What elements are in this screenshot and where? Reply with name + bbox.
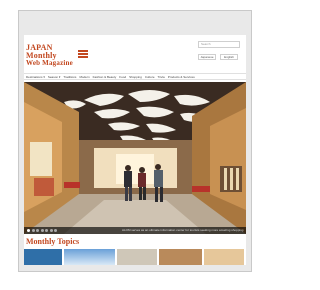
slider-dot-4[interactable] (40, 229, 44, 232)
search-input[interactable]: Search (198, 41, 240, 48)
topic-thumbnail-1[interactable] (24, 249, 62, 265)
nav-item-destinations[interactable]: Destinations ▾ (26, 75, 45, 79)
hero-slider[interactable]: ALOM serves as an ultimate information c… (24, 82, 246, 234)
header-tools: Search Japanese English (198, 41, 242, 65)
logo-line-3: Web Magazine (26, 59, 73, 67)
nav-item-traditions[interactable]: Traditions (63, 75, 76, 79)
topic-thumbnail-2[interactable] (63, 249, 116, 265)
nav-item-modern[interactable]: Modern (79, 75, 89, 79)
monthly-topics-thumbnails (24, 249, 246, 265)
topic-thumbnail-4[interactable] (158, 249, 203, 265)
main-navigation: Destinations ▾ Season ▾ Traditions Moder… (24, 73, 246, 80)
nav-item-culture[interactable]: Culture (145, 75, 155, 79)
slider-dot-2[interactable] (31, 229, 35, 232)
people-figures (124, 164, 163, 202)
slider-dot-1[interactable] (27, 229, 30, 232)
nav-item-food[interactable]: Food (119, 75, 126, 79)
nav-item-shopping[interactable]: Shopping (129, 75, 142, 79)
topic-thumbnail-3[interactable] (117, 249, 157, 265)
hero-image (24, 82, 246, 234)
nav-item-products-services[interactable]: Products & Services (168, 75, 195, 79)
slider-dot-7[interactable] (54, 229, 57, 232)
slider-dots (27, 229, 59, 232)
language-english-button[interactable]: English (220, 54, 238, 60)
slider-dot-6[interactable] (49, 229, 53, 232)
hero-caption-text: ALOM serves as an ultimate information c… (122, 228, 244, 232)
language-japanese-button[interactable]: Japanese (198, 54, 216, 60)
logo-mark-icon (78, 50, 88, 58)
nav-item-fashion-beauty[interactable]: Fashion & Beauty (93, 75, 117, 79)
monthly-topics-heading: Monthly Topics (26, 237, 80, 246)
nav-item-trivia[interactable]: Trivia (158, 75, 165, 79)
hero-caption-bar: ALOM serves as an ultimate information c… (24, 227, 246, 234)
web-page: JAPAN Monthly Web Magazine Search Japane… (24, 35, 246, 265)
topic-thumbnail-5[interactable] (204, 249, 244, 265)
site-logo[interactable]: JAPAN Monthly Web Magazine (26, 44, 106, 70)
screenshot-frame: JAPAN Monthly Web Magazine Search Japane… (0, 0, 268, 290)
browser-window: JAPAN Monthly Web Magazine Search Japane… (18, 10, 252, 272)
nav-item-season[interactable]: Season ▾ (48, 75, 61, 79)
slider-dot-3[interactable] (36, 229, 39, 232)
slider-dot-5[interactable] (45, 229, 48, 232)
